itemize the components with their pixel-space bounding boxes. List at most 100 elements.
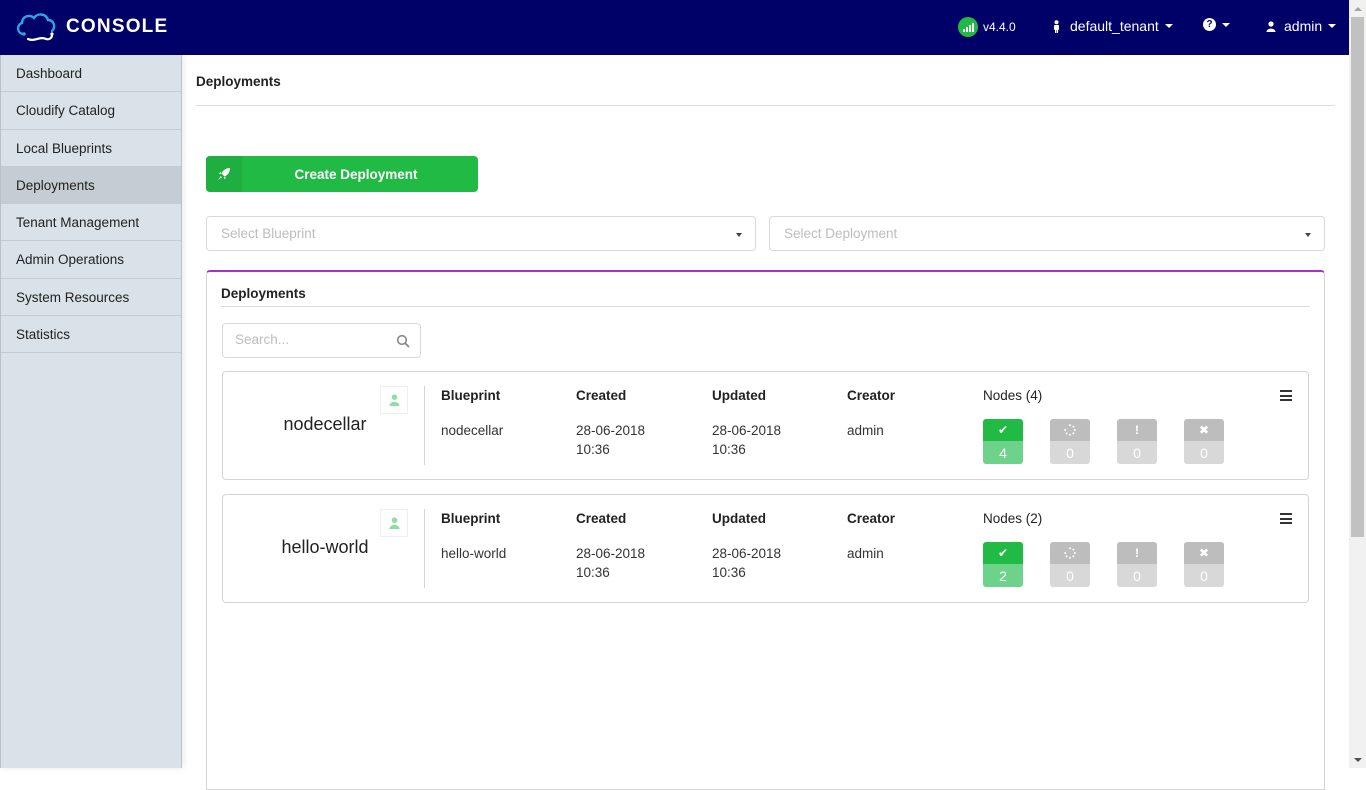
- widget-divider: [221, 306, 1310, 307]
- sidebar-item-admin-operations[interactable]: Admin Operations: [1, 241, 181, 279]
- nodes-started-count: 4: [983, 441, 1023, 464]
- nodes-failed[interactable]: ✖ 0: [1184, 419, 1224, 464]
- user-dropdown[interactable]: admin: [1266, 18, 1337, 34]
- nodes-warning[interactable]: ! 0: [1117, 542, 1157, 587]
- widget-title: Deployments: [221, 286, 306, 301]
- created-time: 10:36: [576, 565, 610, 580]
- updated-value: 28-06-2018 10:36: [712, 544, 781, 582]
- signal-icon: [958, 17, 978, 37]
- deployment-name[interactable]: nodecellar: [223, 414, 427, 435]
- nodes-started-count: 2: [983, 564, 1023, 587]
- nodes-warning-count: 0: [1117, 564, 1157, 587]
- scroll-down-arrow-icon[interactable]: [1349, 751, 1366, 768]
- version-indicator[interactable]: v4.4.0: [958, 17, 1016, 37]
- page-scrollbar[interactable]: [1349, 0, 1366, 768]
- select-blueprint-dropdown[interactable]: Select Blueprint: [206, 216, 756, 251]
- chevron-down-icon: [1328, 24, 1337, 28]
- title-divider: [196, 105, 1335, 106]
- select-deployment-dropdown[interactable]: Select Deployment: [769, 216, 1325, 251]
- nodes-started[interactable]: ✔ 4: [983, 419, 1023, 464]
- check-icon: ✔: [983, 542, 1023, 564]
- updated-header: Updated: [712, 388, 766, 403]
- node-states: ✔ 2 0 ! 0 ✖ 0: [983, 542, 1224, 587]
- blueprint-value: hello-world: [441, 546, 507, 561]
- created-date: 28-06-2018: [576, 423, 646, 438]
- updated-time: 10:36: [712, 565, 746, 580]
- page-title: Deployments: [196, 74, 281, 89]
- search-input[interactable]: [235, 332, 385, 347]
- dropdown-arrow-icon: [736, 233, 742, 237]
- updated-date: 28-06-2018: [712, 546, 782, 561]
- creator-user-icon: [380, 509, 408, 537]
- deployments-widget: Deployments nodecellar Blueprint nodecel…: [206, 270, 1325, 790]
- nodes-failed[interactable]: ✖ 0: [1184, 542, 1224, 587]
- node-states: ✔ 4 0 ! 0 ✖ 0: [983, 419, 1224, 464]
- nodes-started[interactable]: ✔ 2: [983, 542, 1023, 587]
- sidebar-item-statistics[interactable]: Statistics: [1, 316, 181, 354]
- exclamation-icon: !: [1117, 542, 1157, 564]
- sidebar-item-local-blueprints[interactable]: Local Blueprints: [1, 130, 181, 167]
- scroll-up-arrow-icon[interactable]: [1349, 0, 1366, 17]
- sidebar-item-deployments[interactable]: Deployments: [1, 166, 181, 205]
- check-icon: ✔: [983, 419, 1023, 441]
- help-icon: ?: [1203, 18, 1216, 31]
- sidebar-item-dashboard[interactable]: Dashboard: [1, 55, 181, 93]
- creator-user-icon: [380, 386, 408, 414]
- tenant-dropdown[interactable]: default_tenant: [1052, 18, 1173, 34]
- spinner-icon: [1050, 542, 1090, 564]
- card-divider: [424, 386, 425, 465]
- creator-value: admin: [847, 423, 884, 438]
- tenant-name: default_tenant: [1070, 18, 1159, 34]
- main-content: Deployments Create Deployment Select Blu…: [182, 55, 1349, 790]
- chevron-down-icon: [1164, 24, 1173, 28]
- nodes-failed-count: 0: [1184, 441, 1224, 464]
- nodes-header: Nodes (4): [983, 388, 1043, 403]
- deployment-card[interactable]: nodecellar Blueprint nodecellar Created …: [222, 371, 1309, 480]
- created-value: 28-06-2018 10:36: [576, 421, 645, 459]
- creator-header: Creator: [847, 511, 896, 526]
- logo-text: CONSOLE: [66, 16, 169, 37]
- help-dropdown[interactable]: ?: [1203, 18, 1230, 31]
- chevron-down-icon: [1222, 22, 1230, 27]
- creator-header: Creator: [847, 388, 896, 403]
- sidebar-item-cloudify-catalog[interactable]: Cloudify Catalog: [1, 92, 181, 130]
- logo[interactable]: CONSOLE: [14, 10, 168, 44]
- cloud-logo-icon: [16, 13, 56, 41]
- sidebar: Dashboard Cloudify Catalog Local Bluepri…: [0, 55, 182, 768]
- user-name: admin: [1284, 18, 1323, 34]
- updated-time: 10:36: [712, 442, 746, 457]
- menu-icon[interactable]: [1280, 390, 1292, 404]
- blueprint-header: Blueprint: [441, 388, 501, 403]
- blueprint-value: nodecellar: [441, 423, 504, 438]
- updated-header: Updated: [712, 511, 766, 526]
- nodes-in-progress-count: 0: [1050, 441, 1090, 464]
- nodes-header: Nodes (2): [983, 511, 1043, 526]
- create-deployment-button[interactable]: Create Deployment: [206, 156, 478, 192]
- deployment-name[interactable]: hello-world: [223, 537, 427, 558]
- spinner-icon: [1050, 419, 1090, 441]
- close-icon: ✖: [1184, 542, 1224, 564]
- menu-icon[interactable]: [1280, 513, 1292, 527]
- blueprint-header: Blueprint: [441, 511, 501, 526]
- nodes-warning[interactable]: ! 0: [1117, 419, 1157, 464]
- close-icon: ✖: [1184, 419, 1224, 441]
- search-icon: [396, 334, 410, 348]
- sidebar-item-system-resources[interactable]: System Resources: [1, 279, 181, 317]
- nodes-warning-count: 0: [1117, 441, 1157, 464]
- nodes-in-progress[interactable]: 0: [1050, 542, 1090, 587]
- card-divider: [424, 509, 425, 588]
- search-box[interactable]: [222, 323, 421, 358]
- tenant-person-icon: [1054, 19, 1059, 33]
- created-value: 28-06-2018 10:36: [576, 544, 645, 582]
- scrollbar-thumb[interactable]: [1351, 17, 1364, 537]
- created-header: Created: [576, 511, 627, 526]
- top-bar: CONSOLE v4.4.0 default_tenant ? admin: [0, 0, 1349, 55]
- select-deployment-placeholder: Select Deployment: [784, 226, 898, 241]
- exclamation-icon: !: [1117, 419, 1157, 441]
- sidebar-item-tenant-management[interactable]: Tenant Management: [1, 204, 181, 242]
- dropdown-arrow-icon: [1305, 233, 1311, 237]
- updated-date: 28-06-2018: [712, 423, 782, 438]
- deployment-card[interactable]: hello-world Blueprint hello-world Create…: [222, 494, 1309, 603]
- nodes-in-progress[interactable]: 0: [1050, 419, 1090, 464]
- create-deployment-label: Create Deployment: [294, 166, 418, 182]
